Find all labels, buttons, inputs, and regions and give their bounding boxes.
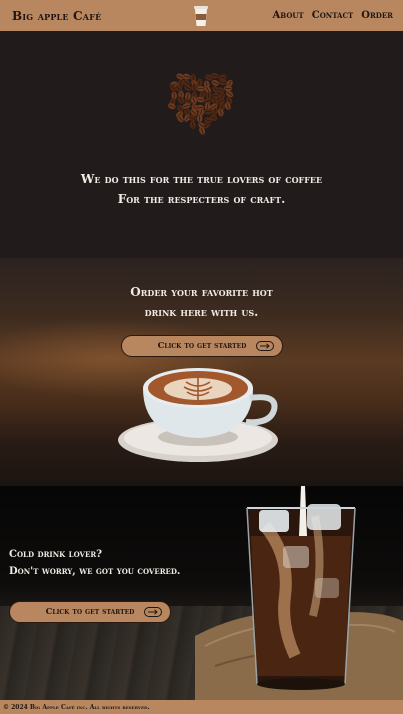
cold-drinks-get-started-button[interactable]: Click to get started	[9, 601, 171, 623]
footer-copyright: © 2024 Big Apple Café inc. All rights re…	[3, 703, 150, 711]
nav-links: About Contact Order	[273, 10, 393, 21]
arrow-right-icon	[256, 341, 274, 351]
cold-drinks-heading: Cold drink lover? Don't worry, we got yo…	[9, 546, 180, 580]
arrow-right-icon	[144, 607, 162, 617]
footer: © 2024 Big Apple Café inc. All rights re…	[0, 700, 403, 714]
brand-name[interactable]: Big apple Café	[12, 9, 101, 23]
hero-tagline: We do this for the true lovers of coffee…	[0, 169, 403, 209]
cold-drinks-cta-label: Click to get started	[45, 607, 135, 617]
hot-drinks-section: Order your favorite hot drink here with …	[0, 258, 403, 486]
hot-drinks-line-1: Order your favorite hot	[130, 285, 273, 299]
cold-drinks-line-2: Don't worry, we got you covered.	[9, 566, 181, 577]
latte-cup-image	[118, 368, 278, 462]
cold-drinks-section: Cold drink lover? Don't worry, we got yo…	[0, 486, 403, 700]
nav-link-order[interactable]: Order	[361, 10, 393, 21]
hero-line-1: We do this for the true lovers of coffee	[80, 172, 323, 186]
nav-link-about[interactable]: About	[273, 10, 304, 21]
hot-drinks-get-started-button[interactable]: Click to get started	[121, 335, 283, 357]
navbar: Big apple Café About Contact Order	[0, 0, 403, 31]
cold-drinks-line-1: Cold drink lover?	[9, 549, 102, 560]
coffee-cup-icon[interactable]	[192, 4, 210, 28]
iced-coffee-glass-image	[195, 486, 403, 700]
hero-section: We do this for the true lovers of coffee…	[0, 31, 403, 258]
coffee-bean-heart-icon	[167, 72, 234, 135]
hot-drinks-cta-label: Click to get started	[157, 341, 247, 351]
nav-link-contact[interactable]: Contact	[312, 10, 354, 21]
hero-line-2: For the respecters of craft.	[117, 192, 286, 206]
hot-drinks-heading: Order your favorite hot drink here with …	[0, 282, 403, 322]
hot-drinks-line-2: drink here with us.	[144, 305, 259, 319]
